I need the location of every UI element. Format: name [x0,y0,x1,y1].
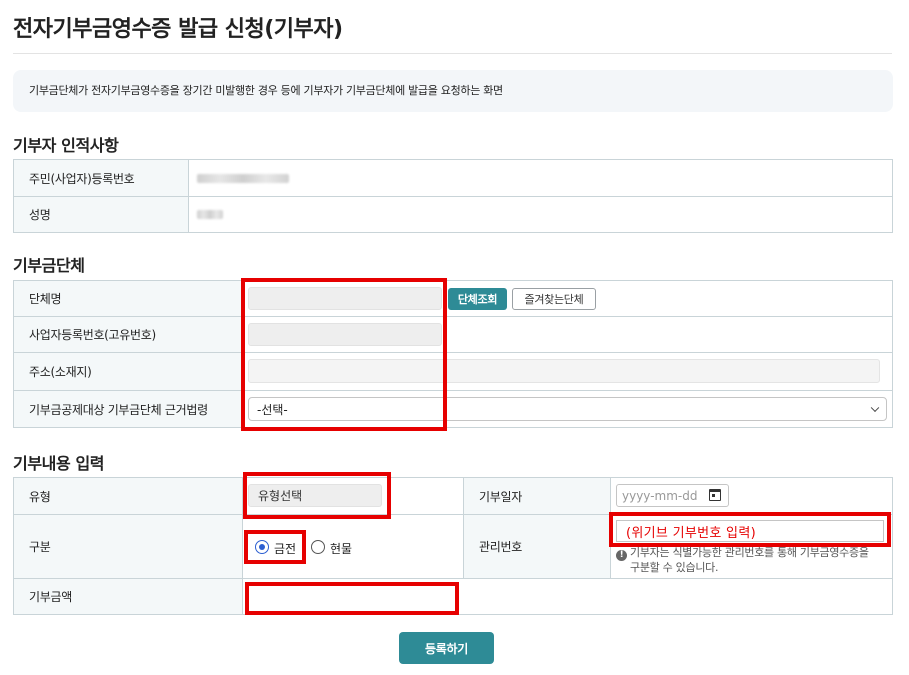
donor-id-value [189,160,893,196]
donor-id-row: 주민(사업자)등록번호 [14,160,893,197]
calendar-icon[interactable] [709,489,721,501]
org-bizno-cell [243,317,893,352]
page-description: 기부금단체가 전자기부금영수증을 장기간 미발행한 경우 등에 기부자가 기부금… [13,70,893,112]
type-label: 유형 [14,478,243,514]
kind-label: 구분 [14,515,243,578]
amount-label: 기부금액 [14,579,243,614]
favorite-orgs-button[interactable]: 즐겨찾는단체 [512,288,596,310]
org-name-row: 단체명 단체조회 즐겨찾는단체 [14,281,893,317]
mgmt-help-line2: 구분할 수 있습니다. [630,561,719,574]
org-law-row: 기부금공제대상 기부금단체 근거법령 -선택- [14,391,893,428]
info-icon: ! [616,550,627,561]
section-title-org: 기부금단체 [13,256,85,275]
mgmt-help-line1: 기부자는 식별가능한 관리번호를 통해 기부금영수증을 [630,546,869,559]
amount-input[interactable] [248,585,453,608]
org-address-row: 주소(소재지) [14,353,893,391]
mgmt-help-text: ! 기부자는 식별가능한 관리번호를 통해 기부금영수증을 구분할 수 있습니다. [616,546,891,575]
org-address-cell [243,353,893,390]
mgmt-number-input[interactable]: (위기브 기부번호 입력) [616,520,884,542]
kind-goods-label[interactable]: 현물 [330,540,352,557]
masked-name [197,210,223,219]
type-cell: 유형선택 [243,478,464,514]
donor-name-value [189,197,893,232]
donor-name-label: 성명 [14,197,189,232]
amount-cell [243,579,893,614]
donation-type-row: 유형 유형선택 기부일자 yyyy-mm-dd [14,478,893,515]
org-name-input[interactable] [248,287,442,310]
kind-cash-label[interactable]: 금전 [274,540,296,557]
donor-table: 주민(사업자)등록번호 성명 [13,159,893,233]
donor-id-label: 주민(사업자)등록번호 [14,160,189,196]
masked-id [197,173,289,183]
date-placeholder: yyyy-mm-dd [622,488,698,503]
mgmt-cell: (위기브 기부번호 입력) ! 기부자는 식별가능한 관리번호를 통해 기부금영수… [611,515,893,578]
section-title-donor: 기부자 인적사항 [13,136,119,155]
org-law-select[interactable]: -선택- [248,397,887,421]
donation-amount-row: 기부금액 [14,579,893,615]
org-law-label: 기부금공제대상 기부금단체 근거법령 [14,391,243,427]
kind-cash-radio[interactable] [255,540,269,554]
page-title: 전자기부금영수증 발급 신청(기부자) [13,17,343,42]
submit-button[interactable]: 등록하기 [399,632,494,664]
org-bizno-input[interactable] [248,323,442,346]
org-search-button[interactable]: 단체조회 [448,288,507,310]
org-bizno-row: 사업자등록번호(고유번호) [14,317,893,353]
type-select[interactable]: 유형선택 [248,484,382,507]
date-label: 기부일자 [464,478,611,514]
org-law-cell: -선택- [243,391,893,427]
date-input[interactable]: yyyy-mm-dd [616,484,729,507]
org-law-selected: -선택- [257,402,288,417]
donation-kind-row: 구분 금전 현물 관리번호 (위기브 기부번호 입력) ! 기부자는 식별가능한 … [14,515,893,579]
section-title-donation: 기부내용 입력 [13,454,105,473]
org-name-label: 단체명 [14,281,243,316]
kind-cell: 금전 현물 [243,515,464,578]
donation-table: 유형 유형선택 기부일자 yyyy-mm-dd 구분 금전 현물 관리번호 (위… [13,477,893,615]
date-cell: yyyy-mm-dd [611,478,893,514]
mgmt-label: 관리번호 [464,515,611,578]
org-name-cell: 단체조회 즐겨찾는단체 [243,281,893,316]
org-bizno-label: 사업자등록번호(고유번호) [14,317,243,352]
donor-name-row: 성명 [14,197,893,233]
kind-goods-radio[interactable] [311,540,325,554]
org-address-label: 주소(소재지) [14,353,243,390]
org-address-input[interactable] [248,359,880,383]
title-divider [13,53,892,54]
org-table: 단체명 단체조회 즐겨찾는단체 사업자등록번호(고유번호) 주소(소재지) 기부… [13,280,893,428]
chevron-down-icon [870,403,880,413]
